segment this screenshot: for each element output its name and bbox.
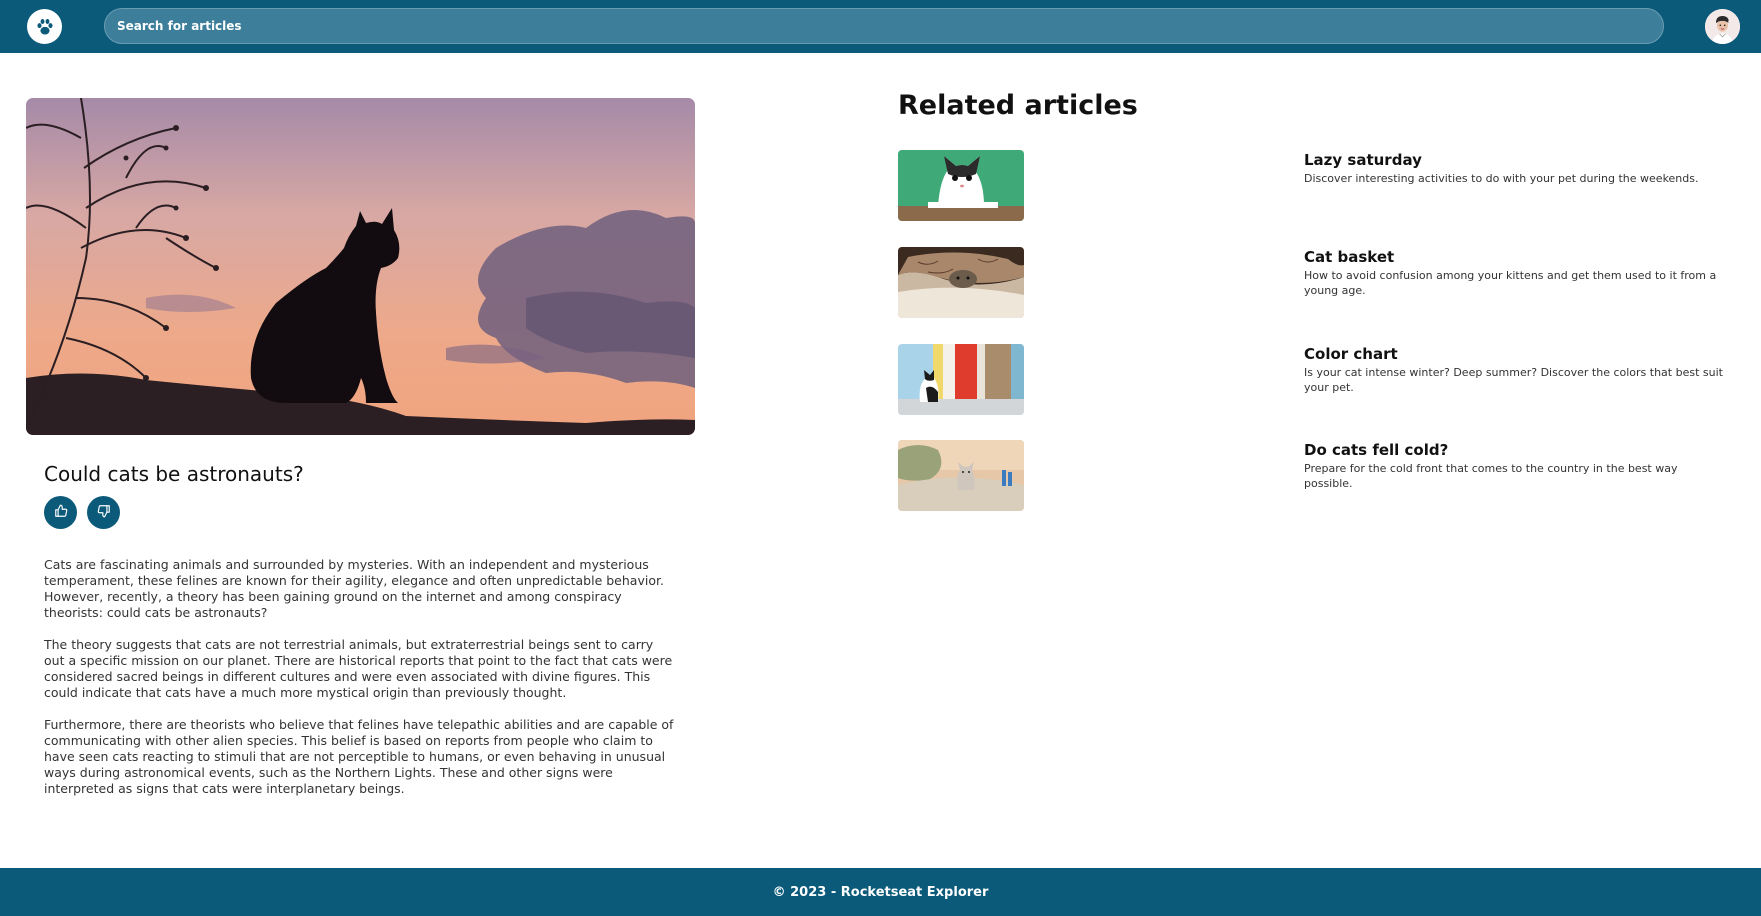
related-article-description: Is your cat intense winter? Deep summer?… [1304, 366, 1723, 394]
article-paragraph: The theory suggests that cats are not te… [44, 637, 673, 700]
related-article-thumbnail[interactable] [898, 344, 1024, 415]
dislike-button[interactable] [87, 496, 120, 529]
article-paragraph: Furthermore, there are theorists who bel… [44, 717, 674, 796]
search-bar[interactable] [104, 8, 1664, 44]
thumbs-down-icon [97, 504, 111, 521]
related-article-item[interactable]: Color chart Is your cat intense winter? … [898, 344, 1723, 416]
related-article-description: Discover interesting activities to do wi… [1304, 172, 1699, 185]
user-avatar[interactable] [1705, 9, 1740, 44]
top-navbar [0, 0, 1761, 53]
article-paragraph: Cats are fascinating animals and surroun… [44, 557, 664, 620]
related-article-title[interactable]: Lazy saturday [1304, 151, 1724, 170]
footer: © 2023 - Rocketseat Explorer [0, 868, 1761, 916]
related-article-item[interactable]: Do cats fell cold? Prepare for the cold … [898, 440, 1718, 512]
article-hero-image [26, 98, 695, 435]
related-article-item[interactable]: Lazy saturday Discover interesting activ… [898, 150, 1718, 222]
related-article-title[interactable]: Color chart [1304, 345, 1724, 364]
related-articles-heading: Related articles [898, 90, 1138, 121]
like-button[interactable] [44, 496, 77, 529]
related-article-title[interactable]: Cat basket [1304, 248, 1724, 267]
related-article-description: How to avoid confusion among your kitten… [1304, 269, 1717, 297]
related-article-thumbnail[interactable] [898, 247, 1024, 318]
related-article-thumbnail[interactable] [898, 150, 1024, 221]
thumbs-up-icon [54, 504, 68, 521]
footer-copyright: © 2023 - Rocketseat Explorer [772, 884, 989, 900]
article-title: Could cats be astronauts? [44, 462, 304, 486]
search-input[interactable] [117, 9, 1663, 43]
related-article-title[interactable]: Do cats fell cold? [1304, 441, 1724, 460]
paw-logo-icon[interactable] [27, 9, 62, 44]
related-article-item[interactable]: Cat basket How to avoid confusion among … [898, 247, 1718, 319]
article-body: Cats are fascinating animals and surroun… [44, 557, 674, 813]
related-article-description: Prepare for the cold front that comes to… [1304, 462, 1678, 490]
related-article-thumbnail[interactable] [898, 440, 1024, 511]
